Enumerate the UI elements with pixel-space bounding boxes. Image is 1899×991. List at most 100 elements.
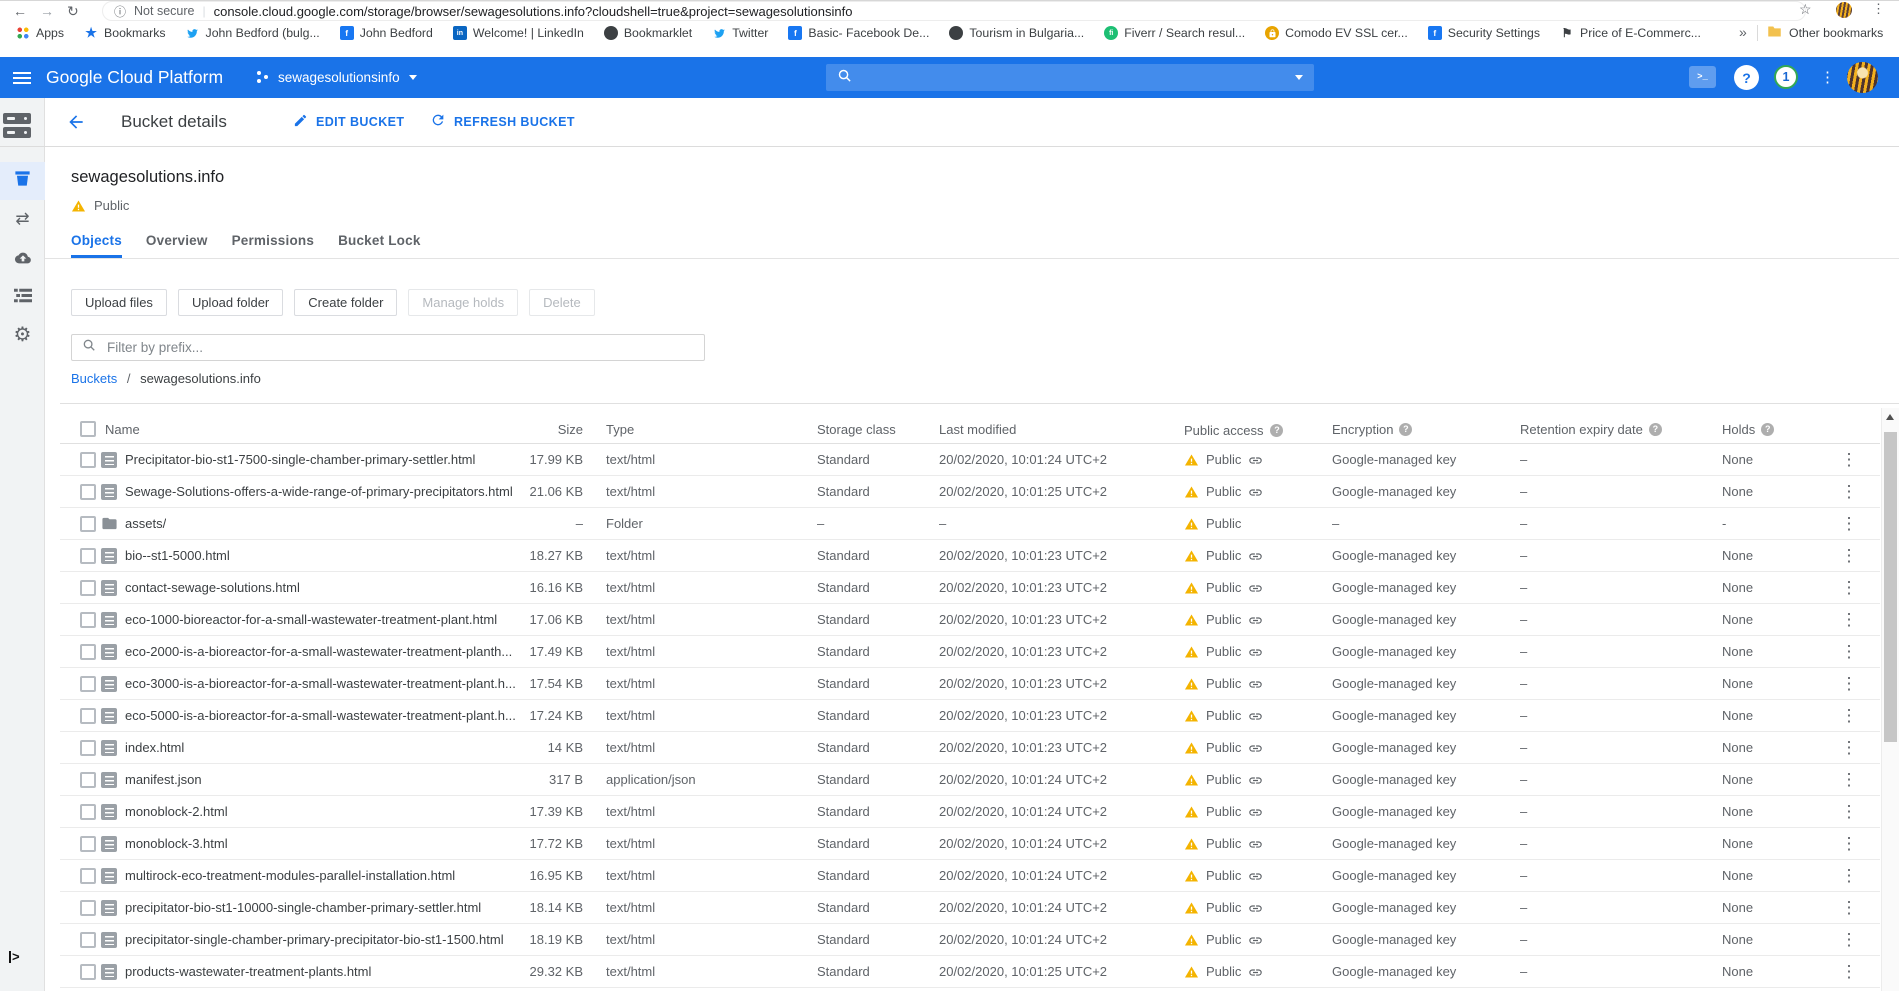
- row-menu-button[interactable]: ⋮: [1837, 572, 1861, 604]
- expand-sidebar-icon[interactable]: >: [9, 950, 20, 963]
- bookmark-item[interactable]: inWelcome! | LinkedIn: [453, 26, 584, 40]
- row-checkbox[interactable]: [80, 676, 96, 692]
- row-checkbox[interactable]: [80, 868, 96, 884]
- row-checkbox[interactable]: [80, 804, 96, 820]
- scrollbar-up-arrow[interactable]: [1886, 414, 1894, 420]
- search-dropdown-icon[interactable]: [1295, 75, 1303, 80]
- header-search-box[interactable]: [826, 64, 1314, 91]
- row-checkbox[interactable]: [80, 964, 96, 980]
- filter-input[interactable]: [105, 339, 694, 356]
- bookmark-item[interactable]: Bookmarklet: [604, 26, 692, 40]
- row-menu-button[interactable]: ⋮: [1837, 476, 1861, 508]
- row-menu-button[interactable]: ⋮: [1837, 892, 1861, 924]
- refresh-bucket-button[interactable]: REFRESH BUCKET: [430, 98, 575, 145]
- row-checkbox[interactable]: [80, 900, 96, 916]
- sidebar-item-settings-gear[interactable]: ⚙: [0, 316, 45, 354]
- row-menu-button[interactable]: ⋮: [1837, 924, 1861, 956]
- gcp-logo[interactable]: Google Cloud Platform: [46, 57, 223, 98]
- row-menu-button[interactable]: ⋮: [1837, 732, 1861, 764]
- row-checkbox[interactable]: [80, 612, 96, 628]
- help-icon[interactable]: [1649, 423, 1662, 436]
- profile-avatar-small[interactable]: [1836, 2, 1852, 18]
- bookmark-item[interactable]: Tourism in Bulgaria...: [949, 26, 1084, 40]
- tab-overview[interactable]: Overview: [146, 227, 208, 258]
- copy-public-link-icon[interactable]: [1248, 773, 1263, 788]
- row-checkbox[interactable]: [80, 708, 96, 724]
- copy-public-link-icon[interactable]: [1248, 709, 1263, 724]
- upload-folder-button[interactable]: Upload folder: [178, 289, 283, 316]
- bookmark-item[interactable]: ★Bookmarks: [84, 26, 166, 40]
- copy-public-link-icon[interactable]: [1248, 869, 1263, 884]
- copy-public-link-icon[interactable]: [1248, 965, 1263, 980]
- row-checkbox[interactable]: [80, 516, 96, 532]
- row-menu-button[interactable]: ⋮: [1837, 668, 1861, 700]
- row-checkbox[interactable]: [80, 932, 96, 948]
- row-menu-button[interactable]: ⋮: [1837, 956, 1861, 988]
- row-menu-button[interactable]: ⋮: [1837, 796, 1861, 828]
- copy-public-link-icon[interactable]: [1248, 901, 1263, 916]
- tab-permissions[interactable]: Permissions: [232, 227, 315, 258]
- help-icon[interactable]: ?: [1734, 65, 1759, 90]
- row-menu-button[interactable]: ⋮: [1837, 444, 1861, 476]
- delete-button[interactable]: Delete: [529, 289, 595, 316]
- bookmark-item[interactable]: Twitter: [712, 26, 768, 40]
- browser-forward-icon[interactable]: →: [40, 1, 54, 21]
- create-folder-button[interactable]: Create folder: [294, 289, 397, 316]
- row-checkbox[interactable]: [80, 548, 96, 564]
- copy-public-link-icon[interactable]: [1248, 805, 1263, 820]
- row-menu-button[interactable]: ⋮: [1837, 636, 1861, 668]
- row-checkbox[interactable]: [80, 484, 96, 500]
- bookmark-item[interactable]: ⚑Price of E-Commerc...: [1560, 26, 1701, 40]
- bookmark-star-icon[interactable]: ☆: [1799, 1, 1812, 18]
- project-selector[interactable]: sewagesolutionsinfo: [256, 57, 417, 98]
- row-checkbox[interactable]: [80, 644, 96, 660]
- copy-public-link-icon[interactable]: [1248, 581, 1263, 596]
- help-icon[interactable]: [1399, 423, 1412, 436]
- copy-public-link-icon[interactable]: [1248, 933, 1263, 948]
- storage-servers-icon[interactable]: [3, 113, 31, 141]
- row-menu-button[interactable]: ⋮: [1837, 540, 1861, 572]
- copy-public-link-icon[interactable]: [1248, 741, 1263, 756]
- row-menu-button[interactable]: ⋮: [1837, 764, 1861, 796]
- copy-public-link-icon[interactable]: [1248, 453, 1263, 468]
- row-checkbox[interactable]: [80, 772, 96, 788]
- object-name-link[interactable]: products-wastewater-treatment-plants.htm…: [125, 956, 371, 988]
- object-name-link[interactable]: assets/: [125, 508, 166, 540]
- row-menu-button[interactable]: ⋮: [1837, 828, 1861, 860]
- row-menu-button[interactable]: ⋮: [1837, 700, 1861, 732]
- info-icon[interactable]: ⓘ: [114, 3, 126, 20]
- object-name-link[interactable]: manifest.json: [125, 764, 202, 796]
- header-more-icon[interactable]: ⋮: [1820, 57, 1835, 98]
- row-checkbox[interactable]: [80, 452, 96, 468]
- object-name-link[interactable]: eco-1000-bioreactor-for-a-small-wastewat…: [125, 604, 497, 636]
- cloud-shell-icon[interactable]: >_: [1689, 66, 1716, 88]
- bookmark-item[interactable]: John Bedford (bulg...: [186, 26, 320, 40]
- sidebar-item-transfer-jobs[interactable]: [0, 279, 45, 317]
- row-checkbox[interactable]: [80, 580, 96, 596]
- object-name-link[interactable]: Precipitator-bio-st1-7500-single-chamber…: [125, 444, 475, 476]
- tab-objects[interactable]: Objects: [71, 227, 122, 258]
- tab-bucket-lock[interactable]: Bucket Lock: [338, 227, 420, 258]
- upload-files-button[interactable]: Upload files: [71, 289, 167, 316]
- bookmarks-overflow-chevron[interactable]: »: [1739, 24, 1747, 40]
- help-icon[interactable]: [1761, 423, 1774, 436]
- sidebar-item-transfer-arrows[interactable]: ⇄: [0, 199, 45, 237]
- breadcrumb-buckets-link[interactable]: Buckets: [71, 371, 117, 386]
- bookmark-item[interactable]: fiFiverr / Search resul...: [1104, 26, 1245, 40]
- sidebar-item-bucket-browser[interactable]: [0, 162, 45, 200]
- bookmark-item[interactable]: fSecurity Settings: [1428, 26, 1540, 40]
- browser-back-icon[interactable]: ←: [13, 1, 27, 21]
- help-icon[interactable]: [1270, 424, 1283, 437]
- browser-menu-icon[interactable]: ⋮: [1872, 1, 1885, 17]
- copy-public-link-icon[interactable]: [1248, 613, 1263, 628]
- object-name-link[interactable]: multirock-eco-treatment-modules-parallel…: [125, 860, 455, 892]
- copy-public-link-icon[interactable]: [1248, 485, 1263, 500]
- object-name-link[interactable]: index.html: [125, 732, 184, 764]
- bookmark-item[interactable]: fJohn Bedford: [340, 26, 433, 40]
- object-name-link[interactable]: monoblock-3.html: [125, 828, 228, 860]
- bookmark-item[interactable]: Comodo EV SSL cer...: [1265, 26, 1408, 40]
- hamburger-menu-icon[interactable]: [13, 72, 31, 87]
- object-name-link[interactable]: bio--st1-5000.html: [125, 540, 230, 572]
- object-name-link[interactable]: precipitator-bio-st1-10000-single-chambe…: [125, 892, 481, 924]
- bookmark-item[interactable]: fBasic- Facebook De...: [788, 26, 929, 40]
